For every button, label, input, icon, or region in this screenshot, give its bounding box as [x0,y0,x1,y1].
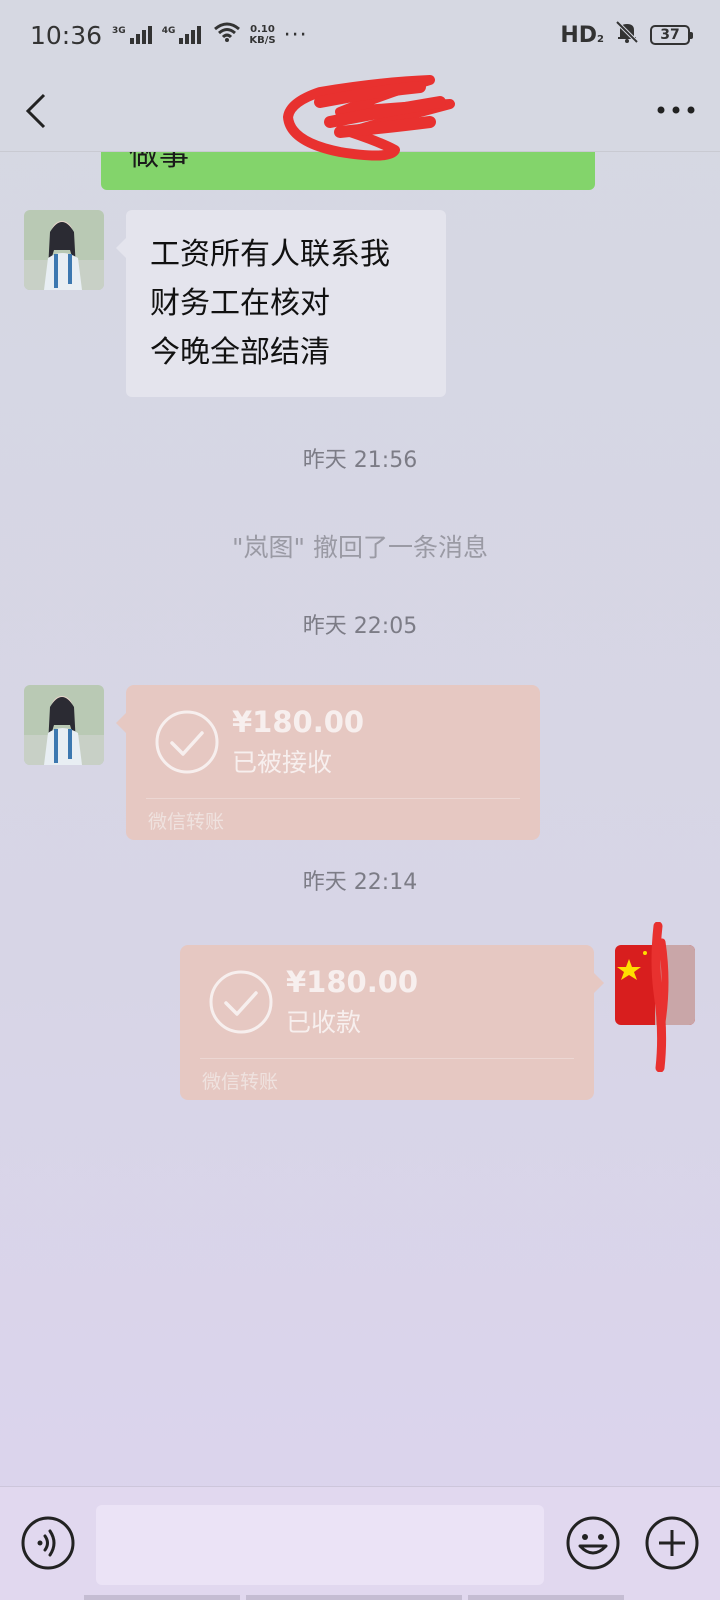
speed-value: 0.10 [250,24,275,35]
cellular-signal-icon: 3G [112,26,152,44]
keyboard-hint-bar [468,1595,624,1600]
transfer-amount: ¥180.00 [232,705,365,739]
speed-unit: KB/S [249,35,276,46]
transfer-card-sent[interactable]: ¥180.00 已收款 微信转账 [180,945,604,1100]
hd-label: HD [560,22,598,48]
more-horizontal-icon [657,106,695,113]
transfer-source-label: 微信转账 [148,811,225,833]
message-line: 财务工在核对 [150,286,330,321]
emoji-button[interactable] [565,1515,621,1571]
transfer-status: 已被接收 [232,748,333,777]
recall-notice: "岚图" 撤回了一条消息 [232,533,488,562]
transfer-amount: ¥180.00 [286,965,419,999]
network-type-label: 3G [112,26,126,36]
plus-button[interactable] [644,1515,700,1571]
timestamp-label: 昨天 22:05 [302,614,418,639]
voice-icon [21,1516,75,1570]
network-type-label-2: 4G [161,26,176,36]
keyboard-hint-bar [84,1595,240,1600]
check-circle-icon [209,970,273,1034]
message-line: 今晚全部结清 [150,335,330,370]
contact-avatar[interactable] [24,685,104,765]
mute-bell-icon [614,19,640,51]
message-text: 做事 [129,152,189,173]
voice-button[interactable] [20,1515,76,1571]
divider [200,1058,574,1059]
avatar-image [24,210,104,290]
message-line: 工资所有人联系我 [150,237,390,272]
wifi-icon [213,21,241,49]
status-time: 10:36 [30,20,103,50]
battery-icon: 37 [650,25,693,45]
status-bar: 10:36 3G 4G 0.10 KB/S ··· HD2 37 [0,0,720,70]
transfer-status: 已收款 [286,1008,362,1037]
emoji-icon [566,1516,620,1570]
timestamp-label: 昨天 21:56 [302,448,418,473]
check-circle-icon [155,710,219,774]
chevron-left-icon [25,93,46,128]
received-message-bubble[interactable]: 工资所有人联系我 财务工在核对 今晚全部结清 [116,210,446,397]
message-list[interactable]: 做事 工资所有人联系我 财务工在核对 今晚全部结清 昨天 21:56 "岚图" … [0,152,720,1486]
avatar-image [24,685,104,765]
message-input[interactable] [96,1505,544,1585]
back-button[interactable] [24,91,64,131]
network-speed: 0.10 KB/S [249,24,275,46]
contact-avatar[interactable] [24,210,104,290]
cellular-signal-icon-2: 4G [162,26,202,44]
keyboard-hint-bar [246,1595,462,1600]
redaction-scribble [651,922,669,1072]
plus-circle-icon [645,1516,699,1570]
hd-sub-label: 2 [597,33,604,45]
transfer-card-received[interactable]: ¥180.00 已被接收 微信转账 [116,685,540,840]
chat-header [0,70,720,161]
timestamp-label: 昨天 22:14 [302,870,418,895]
hd-voice-indicator: HD2 [560,23,604,48]
transfer-source-label: 微信转账 [202,1071,279,1093]
more-options-button[interactable] [656,87,696,121]
redacted-chat-title [283,75,455,161]
input-bar [0,1486,720,1600]
divider [146,798,520,799]
more-notifications-icon: ··· [283,22,308,48]
